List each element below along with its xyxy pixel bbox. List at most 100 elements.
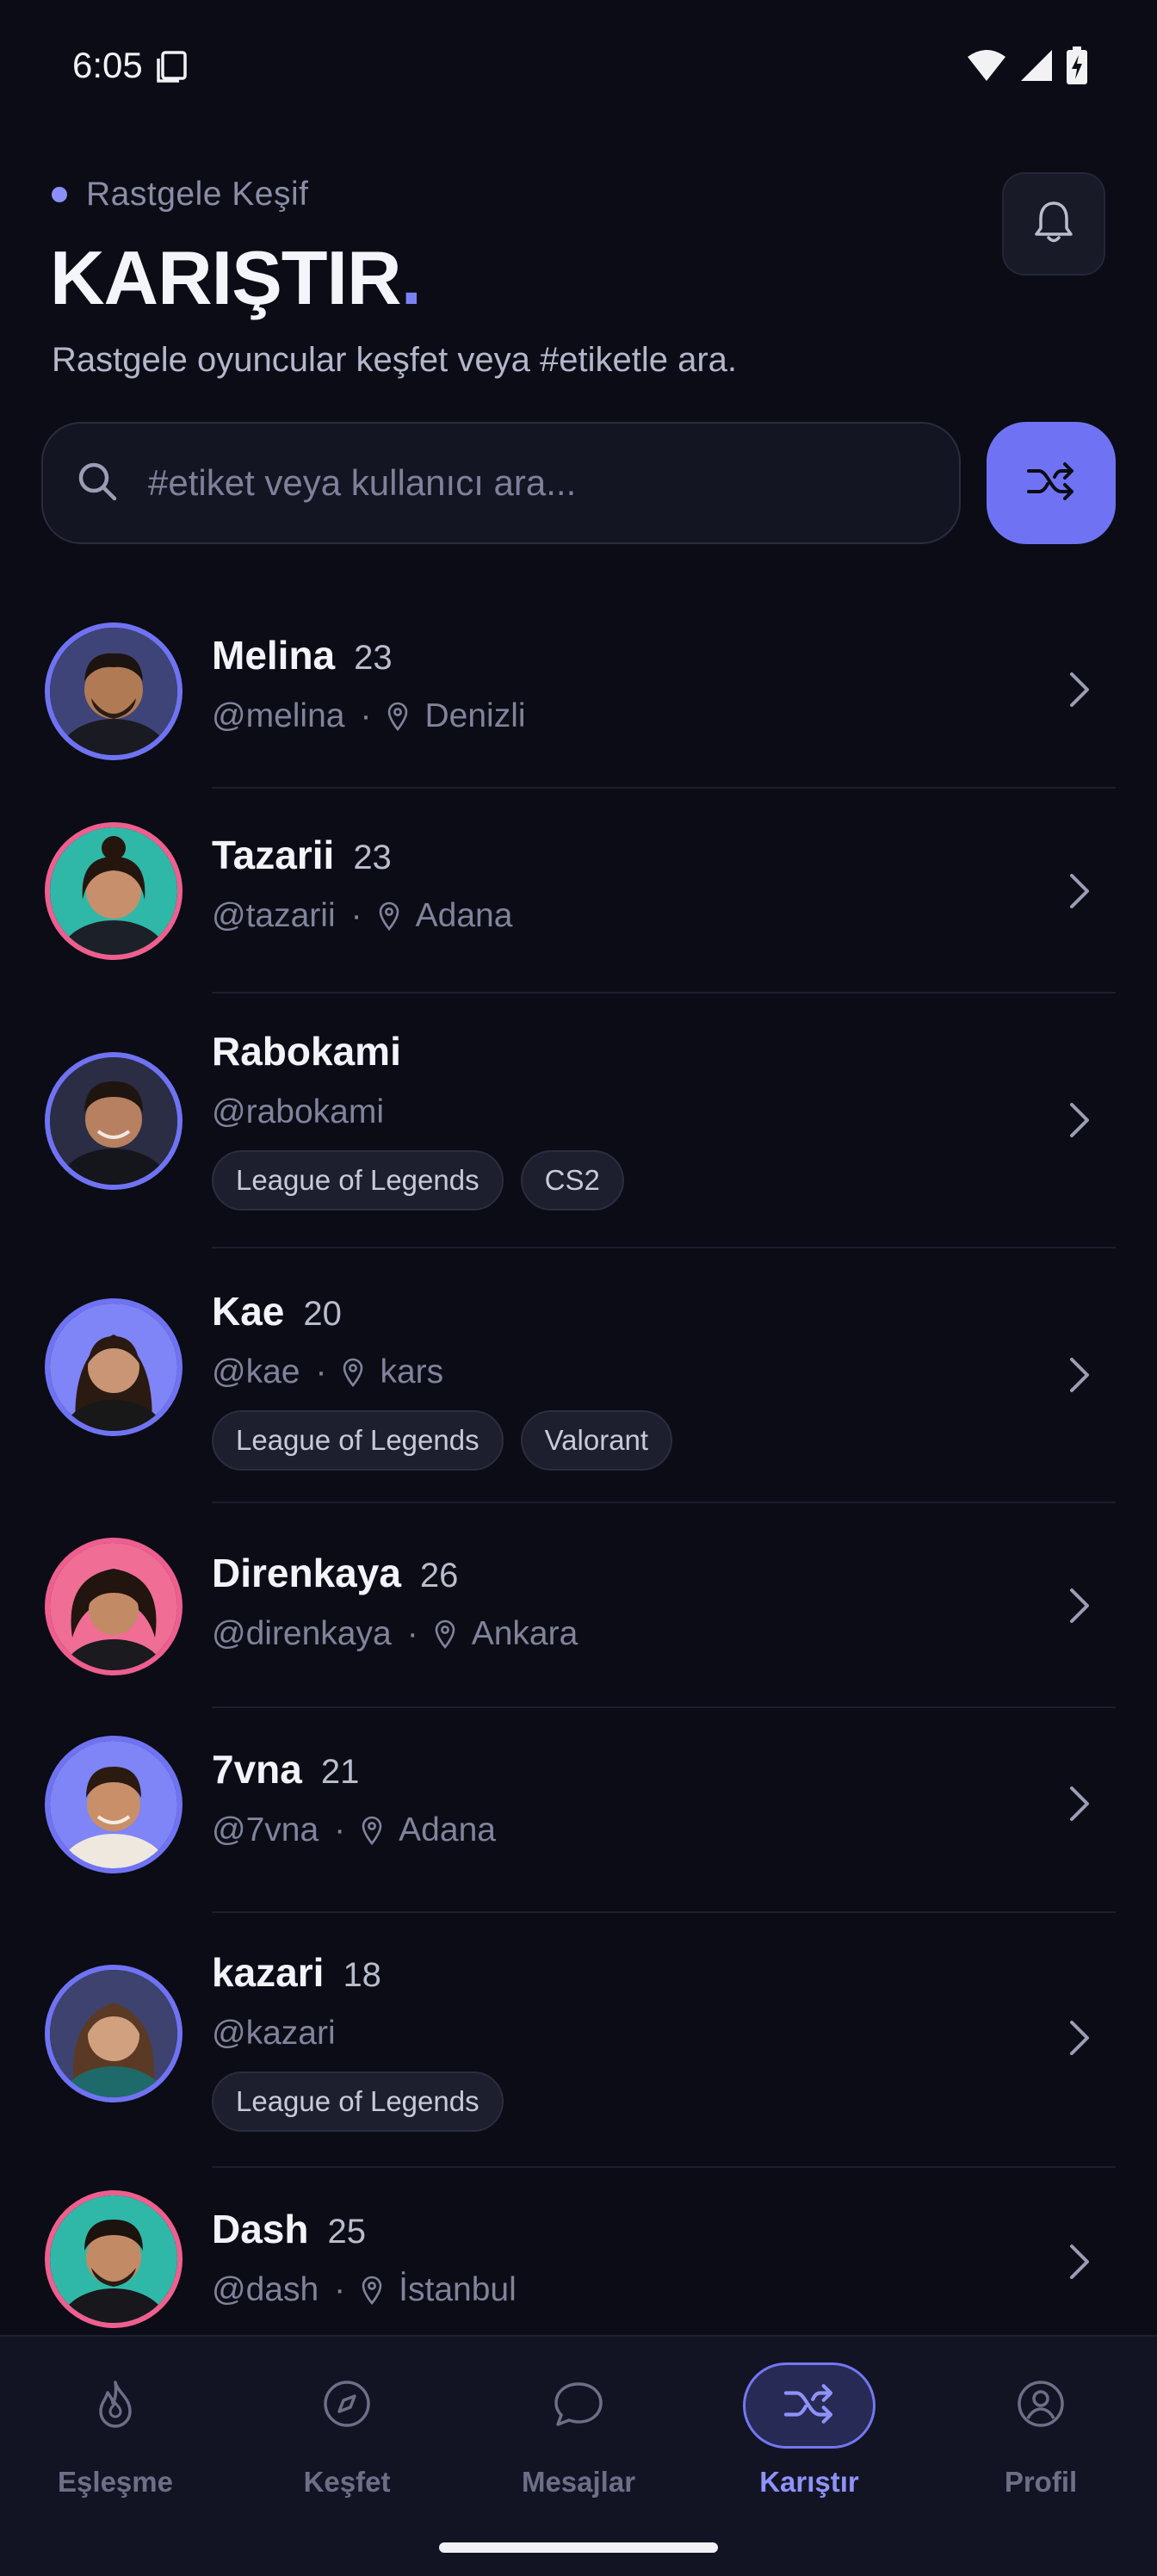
user-name: Kae bbox=[212, 1289, 285, 1334]
nav-item-karistir[interactable]: Karıştır bbox=[723, 2362, 895, 2499]
nav-icon-wrap bbox=[49, 2362, 182, 2449]
signal-icon bbox=[1019, 48, 1054, 87]
nav-item-eslesme[interactable]: Eşleşme bbox=[29, 2362, 201, 2499]
nav-label: Keşfet bbox=[303, 2466, 391, 2498]
chevron-right-icon bbox=[1064, 1586, 1093, 1630]
avatar bbox=[45, 1736, 183, 1873]
nav-label: Profil bbox=[1004, 2466, 1078, 2498]
nav-item-mesajlar[interactable]: Mesajlar bbox=[492, 2362, 665, 2499]
nav-icon-wrap bbox=[281, 2362, 413, 2449]
chevron-right-icon bbox=[1064, 1100, 1093, 1144]
user-row[interactable]: 7vna 21 @7vna · Adana bbox=[0, 1708, 1157, 1913]
chevron-right-icon bbox=[1064, 2018, 1093, 2062]
user-location: İstanbul bbox=[399, 2271, 517, 2308]
game-tag[interactable]: Valorant bbox=[520, 1410, 673, 1471]
page-title-text: KARIŞTIR bbox=[50, 235, 402, 320]
game-tag[interactable]: League of Legends bbox=[212, 1150, 504, 1211]
user-age: 23 bbox=[353, 839, 392, 876]
user-name: Rabokami bbox=[212, 1029, 401, 1074]
bell-icon bbox=[1032, 200, 1075, 249]
meta-separator: · bbox=[350, 897, 362, 934]
game-tags: League of Legends bbox=[212, 2071, 504, 2132]
chevron-right-icon bbox=[1064, 2242, 1093, 2286]
nav-label: Mesajlar bbox=[521, 2466, 636, 2498]
compass-icon bbox=[322, 2379, 372, 2433]
status-time: 6:05 bbox=[72, 45, 143, 85]
user-row[interactable]: Kae 20 @kae · kars League of Legends Valora… bbox=[0, 1248, 1157, 1503]
user-age: 26 bbox=[419, 1557, 459, 1595]
user-row[interactable]: Rabokami @rabokami League of Legends CS2 bbox=[0, 994, 1157, 1248]
user-age: 20 bbox=[303, 1295, 342, 1333]
notifications-button[interactable] bbox=[1002, 172, 1105, 276]
user-row[interactable]: kazari 18 @kazari League of Legends bbox=[0, 1913, 1157, 2168]
user-location: Adana bbox=[399, 1811, 496, 1848]
profile-icon bbox=[1016, 2379, 1066, 2433]
meta-separator: · bbox=[334, 2271, 346, 2308]
meta-separator: · bbox=[315, 1353, 327, 1390]
nav-label: Eşleşme bbox=[58, 2466, 173, 2498]
game-tag[interactable]: League of Legends bbox=[212, 1410, 504, 1471]
user-info: Melina 23 @melina · Denizli bbox=[212, 632, 526, 735]
search-icon bbox=[76, 460, 119, 507]
game-tag[interactable]: CS2 bbox=[520, 1150, 624, 1211]
user-location: Denizli bbox=[424, 697, 526, 734]
user-location: kars bbox=[380, 1353, 444, 1390]
user-name: Direnkaya bbox=[212, 1551, 401, 1595]
game-tag[interactable]: League of Legends bbox=[212, 2071, 504, 2132]
status-icons bbox=[966, 46, 1088, 89]
user-row[interactable]: Dash 25 @dash · İstanbul bbox=[0, 2168, 1157, 2335]
user-row[interactable]: Tazarii 23 @tazarii · Adana bbox=[0, 789, 1157, 994]
location-pin-icon bbox=[361, 2276, 383, 2305]
user-handle: @direnkaya bbox=[212, 1615, 392, 1652]
user-info: Rabokami @rabokami League of Legends CS2 bbox=[212, 1028, 624, 1211]
avatar bbox=[45, 1965, 183, 2102]
location-pin-icon bbox=[342, 1358, 364, 1387]
nav-label: Karıştır bbox=[759, 2466, 859, 2498]
user-handle: @kae bbox=[212, 1353, 300, 1390]
user-age: 18 bbox=[343, 1956, 381, 1994]
shuffle-button[interactable] bbox=[987, 422, 1116, 544]
wifi-icon bbox=[966, 48, 1007, 87]
meta-separator: · bbox=[360, 697, 372, 734]
page-subtitle: Rastgele oyuncular keşfet veya #etiketle… bbox=[52, 341, 737, 379]
nav-item-kesfet[interactable]: Keşfet bbox=[261, 2362, 433, 2499]
avatar bbox=[45, 1298, 183, 1436]
chevron-right-icon bbox=[1064, 670, 1093, 714]
avatar bbox=[45, 1538, 183, 1675]
user-info: Dash 25 @dash · İstanbul bbox=[212, 2206, 517, 2309]
user-handle: @melina bbox=[212, 697, 345, 734]
user-handle: @tazarii bbox=[212, 897, 336, 934]
eyebrow-dot bbox=[52, 187, 67, 202]
search-box[interactable] bbox=[41, 422, 961, 544]
game-tags: League of Legends CS2 bbox=[212, 1150, 624, 1211]
chat-icon bbox=[553, 2379, 604, 2433]
meta-separator: · bbox=[406, 1615, 418, 1652]
avatar bbox=[45, 822, 183, 960]
user-name: 7vna bbox=[212, 1747, 302, 1792]
home-indicator[interactable] bbox=[439, 2542, 718, 2553]
user-info: 7vna 21 @7vna · Adana bbox=[212, 1746, 496, 1849]
user-handle: @dash bbox=[212, 2271, 319, 2308]
bottom-nav: Eşleşme Keşfet Mesajlar Karıştır Profil bbox=[0, 2335, 1157, 2576]
nav-icon-wrap bbox=[974, 2362, 1107, 2449]
avatar bbox=[45, 1052, 183, 1190]
user-info: Tazarii 23 @tazarii · Adana bbox=[212, 832, 512, 935]
user-age: 23 bbox=[354, 639, 393, 677]
shuffle-icon bbox=[1025, 461, 1077, 506]
user-info: kazari 18 @kazari League of Legends bbox=[212, 1949, 504, 2132]
user-age: 25 bbox=[327, 2213, 366, 2251]
nav-icon-wrap bbox=[743, 2362, 875, 2449]
location-pin-icon bbox=[378, 901, 400, 931]
user-handle: @7vna bbox=[212, 1811, 319, 1848]
search-input[interactable] bbox=[148, 462, 906, 504]
user-info: Direnkaya 26 @direnkaya · Ankara bbox=[212, 1550, 578, 1653]
nav-item-profil[interactable]: Profil bbox=[955, 2362, 1127, 2499]
user-row[interactable]: Melina 23 @melina · Denizli bbox=[0, 594, 1157, 789]
location-pin-icon bbox=[434, 1619, 456, 1649]
chevron-right-icon bbox=[1064, 871, 1093, 915]
battery-icon bbox=[1066, 46, 1088, 89]
location-pin-icon bbox=[361, 1816, 383, 1845]
user-row[interactable]: Direnkaya 26 @direnkaya · Ankara bbox=[0, 1503, 1157, 1708]
eyebrow: Rastgele Keşif bbox=[52, 176, 308, 214]
notification-doc-icon bbox=[155, 50, 189, 84]
